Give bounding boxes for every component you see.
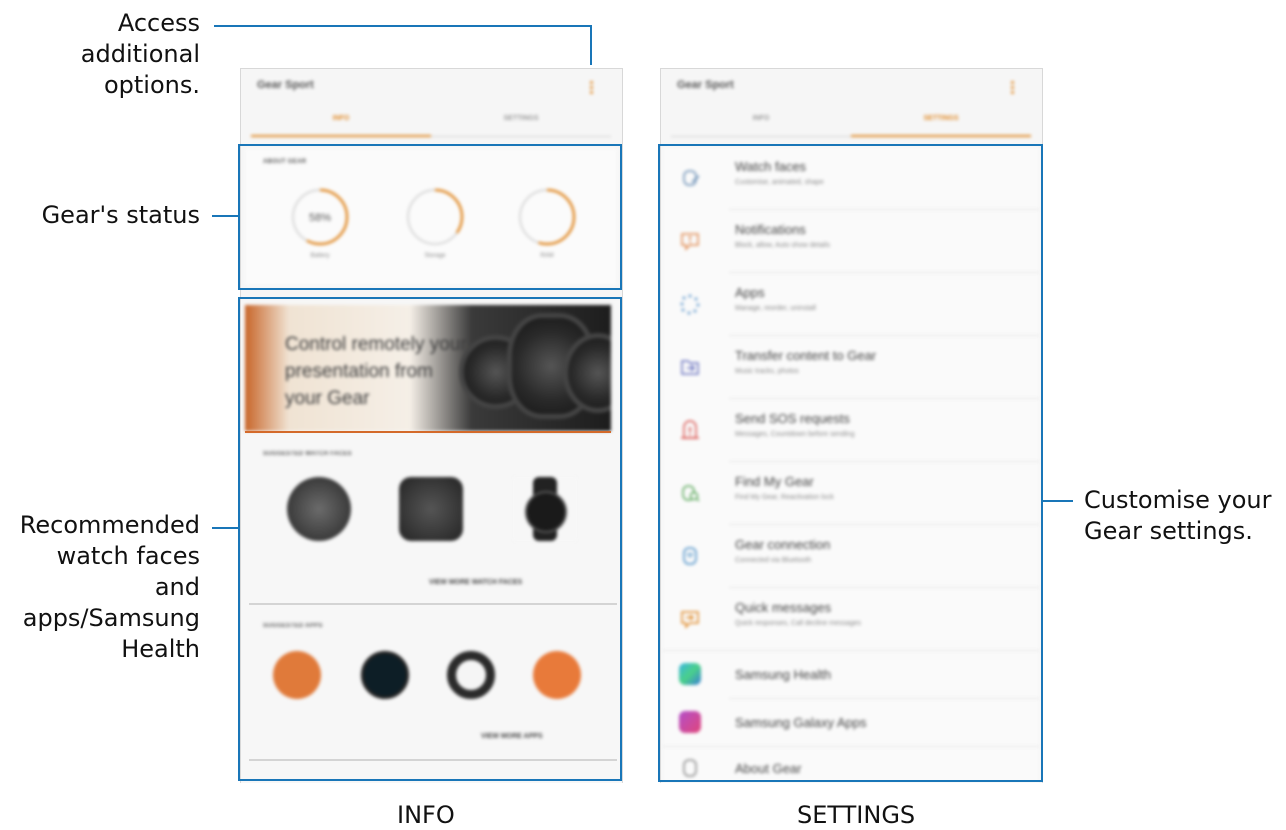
callout-customise-line	[1043, 500, 1073, 502]
callout-customise: Customise your Gear settings.	[1084, 486, 1272, 545]
info-caption: INFO	[397, 801, 455, 829]
tab-info[interactable]: INFO	[671, 115, 851, 122]
info-app-bar: Gear Sport INFO SETTINGS	[241, 69, 622, 145]
more-options-icon[interactable]	[586, 79, 596, 99]
tab-info-underline	[251, 135, 431, 137]
settings-caption: SETTINGS	[797, 801, 916, 829]
settings-highlight	[658, 144, 1043, 782]
settings-app-title: Gear Sport	[677, 79, 734, 91]
info-app-title: Gear Sport	[257, 79, 314, 91]
callout-recommended-line	[212, 527, 240, 529]
callout-access-options: Access additional options.	[80, 9, 200, 99]
gear-status-highlight	[238, 144, 622, 290]
callout-access-line	[214, 25, 592, 27]
callout-gear-status: Gear's status	[41, 201, 200, 229]
tab-settings-underline	[851, 135, 1031, 137]
callout-status-line	[212, 215, 240, 217]
settings-app-bar: Gear Sport INFO SETTINGS	[661, 69, 1042, 145]
tab-info[interactable]: INFO	[251, 115, 431, 122]
tab-settings[interactable]: SETTINGS	[431, 115, 611, 122]
callout-recommended: Recommended watch faces and apps/Samsung…	[19, 511, 200, 663]
recommendations-highlight	[238, 297, 622, 781]
callout-access-line-down	[590, 25, 592, 65]
more-options-icon[interactable]	[1007, 79, 1017, 99]
tab-settings[interactable]: SETTINGS	[851, 115, 1031, 122]
